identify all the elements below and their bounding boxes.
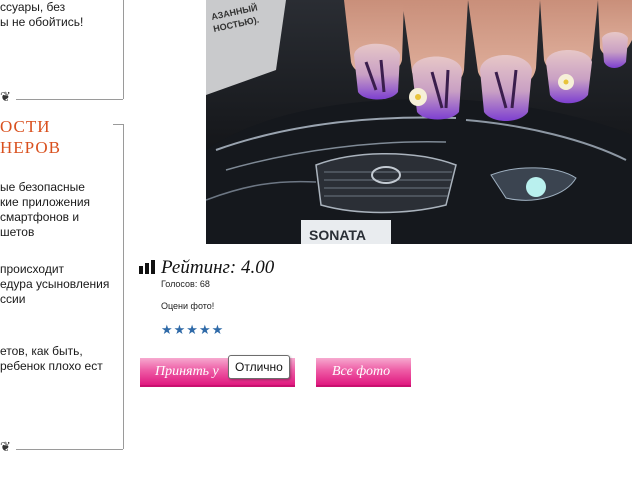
sidebar-divider-bottom [16,449,123,450]
car-plate-text: SONATA [309,227,366,243]
news-item-3-line: ребенок плохо ест [0,359,103,373]
news-item-1-line: ые безопасные [0,180,85,194]
rating-title: Рейтинг: 4.00 [161,257,275,278]
ornament-icon: ❦ [0,440,11,455]
photo[interactable]: АЗАННЫЙ НОСТЬЮ). SONATA [206,0,632,244]
news-item-3-line: етов, как быть, [0,344,83,358]
news-item-2-line: происходит [0,262,65,276]
section-title-line-2[interactable]: НЕРОВ [0,137,61,158]
all-photos-button[interactable]: Все фото [316,358,411,387]
section-title-line-1[interactable]: ОСТИ [0,116,50,137]
news-item-3[interactable]: етов, как быть, ребенок плохо ест [0,344,103,374]
sidebar-divider-top [16,99,123,100]
news-item-1[interactable]: ые безопасные кие приложения смартфонов … [0,180,90,240]
ornament-icon: ❦ [0,90,11,105]
news-item-2-line: ссии [0,292,26,306]
sidebar-snippet-line-1: ссуары, без [0,0,66,14]
news-item-1-line: смартфонов и [0,210,80,224]
rating-stars-input[interactable]: ★★★★★ [161,323,224,338]
votes-count: Голосов: 68 [161,279,210,289]
all-photos-button-label: Все фото [332,364,391,379]
rating-icon [139,260,155,274]
sidebar-border-right [123,124,124,449]
sidebar-border-mid-top [113,124,123,125]
news-item-1-line: кие приложения [0,195,91,209]
news-item-2[interactable]: происходит едура усыновления ссии [0,262,109,307]
news-item-1-line: шетов [0,225,35,239]
sidebar-border-top-right [123,0,124,99]
tooltip: Отлично [228,355,290,379]
photo-illustration: АЗАННЫЙ НОСТЬЮ). SONATA [206,0,632,244]
news-item-2-line: едура усыновления [0,277,110,291]
rate-prompt: Оцени фото! [161,301,215,311]
sidebar-snippet-line-2: ы не обойтись! [0,15,84,29]
accept-button-label: Принять у [155,364,219,379]
